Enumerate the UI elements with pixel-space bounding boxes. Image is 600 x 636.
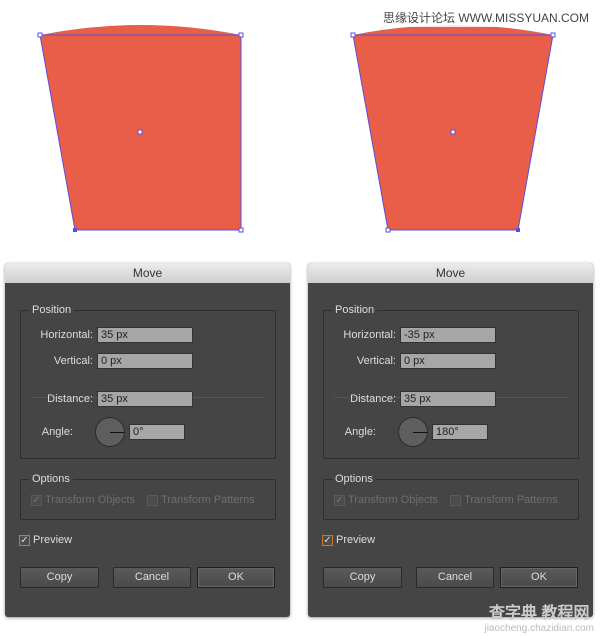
angle-label: Angle: <box>344 426 376 438</box>
distance-input[interactable]: 35 px <box>97 391 193 407</box>
preview-checkbox[interactable]: ✓ <box>19 534 30 546</box>
position-group: Position Horizontal: 35 px Vertical: 0 px … <box>20 304 276 459</box>
watermark-bottom: 查字典 教程网 jiaocheng.chazidian.com <box>484 605 594 634</box>
horizontal-input[interactable]: -35 px <box>400 327 496 343</box>
ok-button[interactable]: OK <box>197 567 275 588</box>
transform-objects-checkbox[interactable]: ✓ <box>334 494 345 506</box>
transform-objects-checkbox[interactable]: ✓ <box>31 494 42 506</box>
position-label: Position <box>29 304 75 316</box>
preview-label: Preview <box>33 534 73 546</box>
angle-input[interactable]: 0° <box>129 424 185 440</box>
transform-patterns-label: Transform Patterns <box>464 494 558 506</box>
vertical-label: Vertical: <box>53 355 93 367</box>
artboard <box>37 25 556 233</box>
ok-button[interactable]: OK <box>500 567 578 588</box>
position-label: Position <box>332 304 378 316</box>
transform-objects-label: Transform Objects <box>348 494 439 506</box>
transform-patterns-label: Transform Patterns <box>161 494 255 506</box>
vertical-label: Vertical: <box>356 355 396 367</box>
transform-objects-label: Transform Objects <box>45 494 136 506</box>
horizontal-label: Horizontal: <box>40 329 93 341</box>
horizontal-label: Horizontal: <box>343 329 396 341</box>
options-label: Options <box>332 473 376 485</box>
vertical-input[interactable]: 0 px <box>97 353 193 369</box>
options-group: Options ✓ Transform Objects Transform Pat… <box>323 473 579 520</box>
options-label: Options <box>29 473 73 485</box>
dialog-title: Move <box>5 263 290 283</box>
copy-button[interactable]: Copy <box>20 567 99 588</box>
preview-label: Preview <box>336 534 376 546</box>
angle-label: Angle: <box>41 426 73 438</box>
shape-left[interactable] <box>37 25 244 233</box>
dialog-title: Move <box>308 263 593 283</box>
options-group: Options ✓ Transform Objects Transform Pat… <box>20 473 276 520</box>
horizontal-input[interactable]: 35 px <box>97 327 193 343</box>
transform-patterns-checkbox[interactable] <box>450 494 462 506</box>
cancel-button[interactable]: Cancel <box>113 567 191 588</box>
cancel-button[interactable]: Cancel <box>416 567 494 588</box>
watermark-top: 思缘设计论坛 WWW.MISSYUAN.COM <box>380 8 592 27</box>
move-dialog-left: Move Position Horizontal: 35 px Vertical:… <box>5 263 290 617</box>
angle-dial[interactable] <box>398 417 428 447</box>
transform-patterns-checkbox[interactable] <box>147 494 159 506</box>
angle-dial[interactable] <box>95 417 125 447</box>
distance-input[interactable]: 35 px <box>400 391 496 407</box>
angle-input[interactable]: 180° <box>432 424 488 440</box>
shape-right[interactable] <box>350 25 556 233</box>
position-group: Position Horizontal: -35 px Vertical: 0 px… <box>323 304 579 459</box>
distance-label: Distance: <box>350 393 396 405</box>
preview-checkbox[interactable]: ✓ <box>322 534 333 546</box>
vertical-input[interactable]: 0 px <box>400 353 496 369</box>
move-dialog-right: Move Position Horizontal: -35 px Vertical… <box>308 263 593 617</box>
copy-button[interactable]: Copy <box>323 567 402 588</box>
distance-label: Distance: <box>47 393 93 405</box>
